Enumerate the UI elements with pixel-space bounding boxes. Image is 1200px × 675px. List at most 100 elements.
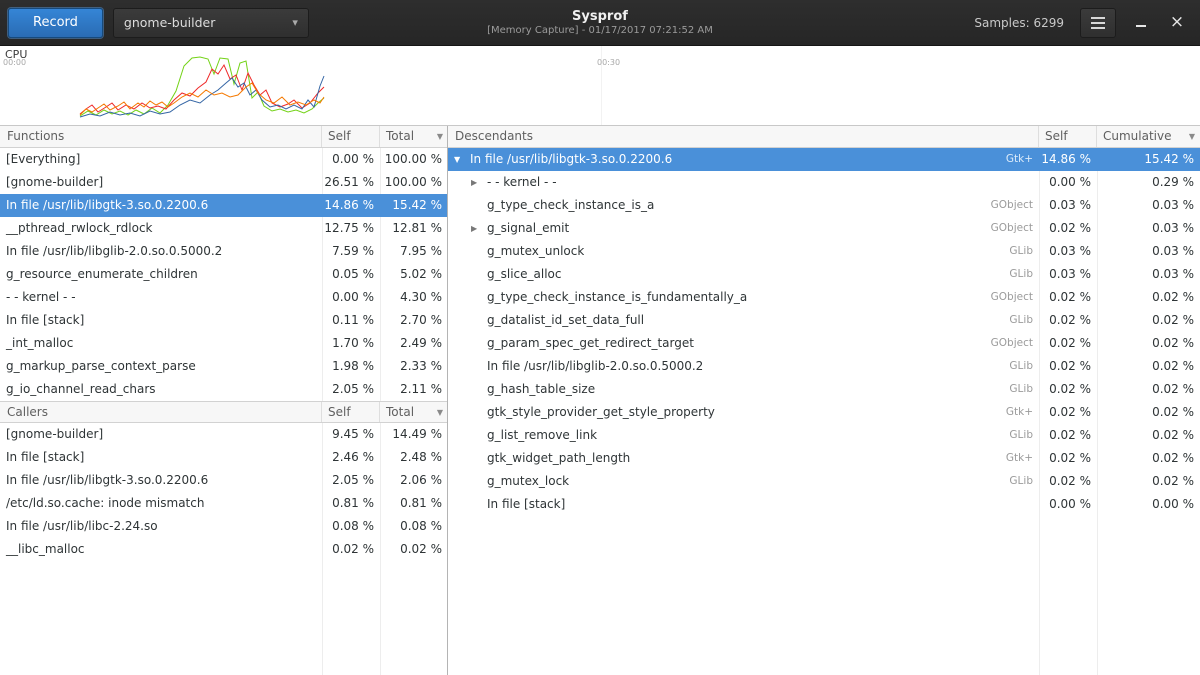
cumulative-percent: 0.02 % xyxy=(1097,355,1200,378)
table-row[interactable]: In file /usr/lib/libglib-2.0.so.0.5000.2… xyxy=(448,355,1200,378)
cumulative-percent: 0.03 % xyxy=(1097,194,1200,217)
table-row[interactable]: In file /usr/lib/libc-2.24.so0.08 %0.08 … xyxy=(0,515,447,538)
expander-open-icon[interactable]: ▼ xyxy=(454,148,470,171)
descendants-panel: Descendants Self Cumulative ▼ ▼In file /… xyxy=(448,126,1200,675)
column-header-self[interactable]: Self xyxy=(322,126,380,147)
table-row[interactable]: In file [stack]0.11 %2.70 % xyxy=(0,309,447,332)
self-percent: 0.08 % xyxy=(322,515,380,538)
callgraph-area: Functions Self Total ▼ [Everything]0.00 … xyxy=(0,125,1200,675)
table-row[interactable]: g_io_channel_read_chars2.05 %2.11 % xyxy=(0,378,447,401)
expander-closed-icon[interactable]: ▶ xyxy=(471,171,487,194)
table-row[interactable]: In file /usr/lib/libglib-2.0.so.0.5000.2… xyxy=(0,240,447,263)
table-row[interactable]: g_hash_table_sizeGLib0.02 %0.02 % xyxy=(448,378,1200,401)
table-row[interactable]: ▶- - kernel - -0.00 %0.29 % xyxy=(448,171,1200,194)
table-row[interactable]: g_type_check_instance_is_aGObject0.03 %0… xyxy=(448,194,1200,217)
table-row[interactable]: /etc/ld.so.cache: inode mismatch0.81 %0.… xyxy=(0,492,447,515)
table-row[interactable]: g_slice_allocGLib0.03 %0.03 % xyxy=(448,263,1200,286)
table-row[interactable]: [Everything]0.00 %100.00 % xyxy=(0,148,447,171)
menu-button[interactable] xyxy=(1080,8,1116,38)
self-percent: 26.51 % xyxy=(322,171,380,194)
cumulative-percent: 0.02 % xyxy=(1097,309,1200,332)
window-title: Sysprof xyxy=(572,9,628,24)
table-row[interactable]: g_list_remove_linkGLib0.02 %0.02 % xyxy=(448,424,1200,447)
table-row[interactable]: g_resource_enumerate_children0.05 %5.02 … xyxy=(0,263,447,286)
expander-closed-icon[interactable]: ▶ xyxy=(471,217,487,240)
record-button[interactable]: Record xyxy=(8,8,103,38)
descendant-name-cell: In file /usr/lib/libglib-2.0.so.0.5000.2… xyxy=(448,355,1039,378)
sort-indicator-icon: ▼ xyxy=(1189,126,1200,147)
function-name: [gnome-builder] xyxy=(0,171,322,194)
table-row[interactable]: _int_malloc1.70 %2.49 % xyxy=(0,332,447,355)
function-name: [gnome-builder] xyxy=(0,423,322,446)
cumulative-percent: 0.29 % xyxy=(1097,171,1200,194)
cumulative-percent: 0.02 % xyxy=(1097,378,1200,401)
table-row[interactable]: gtk_widget_path_lengthGtk+0.02 %0.02 % xyxy=(448,447,1200,470)
sort-indicator-icon: ▼ xyxy=(437,402,448,422)
table-row[interactable]: In file [stack]2.46 %2.48 % xyxy=(0,446,447,469)
self-percent: 14.86 % xyxy=(322,194,380,217)
table-row[interactable]: __libc_malloc0.02 %0.02 % xyxy=(0,538,447,561)
total-percent: 2.33 % xyxy=(380,355,448,378)
table-row[interactable]: g_param_spec_get_redirect_targetGObject0… xyxy=(448,332,1200,355)
table-row[interactable]: g_markup_parse_context_parse1.98 %2.33 % xyxy=(0,355,447,378)
self-percent: 0.02 % xyxy=(1039,217,1097,240)
column-header-callers[interactable]: Callers xyxy=(0,402,322,422)
minimize-button[interactable] xyxy=(1130,12,1152,34)
table-row[interactable]: [gnome-builder]9.45 %14.49 % xyxy=(0,423,447,446)
descendant-name-cell: g_slice_allocGLib xyxy=(448,263,1039,286)
category-label: GLib xyxy=(1009,470,1039,493)
table-row[interactable]: In file /usr/lib/libgtk-3.so.0.2200.62.0… xyxy=(0,469,447,492)
table-row[interactable]: g_datalist_id_set_data_fullGLib0.02 %0.0… xyxy=(448,309,1200,332)
descendant-name: g_param_spec_get_redirect_target xyxy=(487,332,694,355)
total-percent: 2.11 % xyxy=(380,378,448,401)
function-name: g_resource_enumerate_children xyxy=(0,263,322,286)
table-row[interactable]: g_type_check_instance_is_fundamentally_a… xyxy=(448,286,1200,309)
function-name: /etc/ld.so.cache: inode mismatch xyxy=(0,492,322,515)
function-name: In file /usr/lib/libgtk-3.so.0.2200.6 xyxy=(0,469,322,492)
sysprof-window: Record gnome-builder ▾ Sysprof [Memory C… xyxy=(0,0,1200,675)
descendant-name: In file [stack] xyxy=(487,493,565,516)
table-row[interactable]: In file /usr/lib/libgtk-3.so.0.2200.614.… xyxy=(0,194,447,217)
table-row[interactable]: ▶g_signal_emitGObject0.02 %0.03 % xyxy=(448,217,1200,240)
minimize-icon xyxy=(1136,25,1146,27)
column-header-self[interactable]: Self xyxy=(1039,126,1097,147)
column-header-descendants[interactable]: Descendants xyxy=(448,126,1039,147)
table-row[interactable]: [gnome-builder]26.51 %100.00 % xyxy=(0,171,447,194)
self-percent: 1.70 % xyxy=(322,332,380,355)
cpu-timeline[interactable]: CPU 00:00 00:30 xyxy=(0,46,1200,125)
total-percent: 0.81 % xyxy=(380,492,448,515)
table-row[interactable]: __pthread_rwlock_rdlock12.75 %12.81 % xyxy=(0,217,447,240)
table-row[interactable]: g_mutex_lockGLib0.02 %0.02 % xyxy=(448,470,1200,493)
process-selector-dropdown[interactable]: gnome-builder ▾ xyxy=(113,8,309,38)
table-row[interactable]: gtk_style_provider_get_style_propertyGtk… xyxy=(448,401,1200,424)
function-name: In file /usr/lib/libglib-2.0.so.0.5000.2 xyxy=(0,240,322,263)
category-label: GLib xyxy=(1009,263,1039,286)
category-label: GObject xyxy=(991,286,1039,309)
self-percent: 0.02 % xyxy=(1039,355,1097,378)
descendants-table-body: ▼In file /usr/lib/libgtk-3.so.0.2200.6Gt… xyxy=(448,148,1200,516)
self-percent: 0.03 % xyxy=(1039,194,1097,217)
column-header-total[interactable]: Total ▼ xyxy=(380,402,448,422)
function-name: In file /usr/lib/libc-2.24.so xyxy=(0,515,322,538)
function-name: In file /usr/lib/libgtk-3.so.0.2200.6 xyxy=(0,194,322,217)
self-percent: 0.11 % xyxy=(322,309,380,332)
category-label: GLib xyxy=(1009,424,1039,447)
table-row[interactable]: In file [stack]0.00 %0.00 % xyxy=(448,493,1200,516)
table-row[interactable]: ▼In file /usr/lib/libgtk-3.so.0.2200.6Gt… xyxy=(448,148,1200,171)
total-percent: 2.70 % xyxy=(380,309,448,332)
category-label: Gtk+ xyxy=(1006,148,1039,171)
header-right-group: Samples: 6299 × xyxy=(974,8,1200,38)
close-button[interactable]: × xyxy=(1166,12,1188,34)
column-header-self[interactable]: Self xyxy=(322,402,380,422)
table-row[interactable]: g_mutex_unlockGLib0.03 %0.03 % xyxy=(448,240,1200,263)
self-percent: 12.75 % xyxy=(322,217,380,240)
column-header-functions[interactable]: Functions xyxy=(0,126,322,147)
column-header-cumulative[interactable]: Cumulative ▼ xyxy=(1097,126,1200,147)
descendant-name-cell: g_type_check_instance_is_aGObject xyxy=(448,194,1039,217)
self-percent: 2.46 % xyxy=(322,446,380,469)
category-label: GLib xyxy=(1009,240,1039,263)
column-header-total[interactable]: Total ▼ xyxy=(380,126,448,147)
function-name: __pthread_rwlock_rdlock xyxy=(0,217,322,240)
table-row[interactable]: - - kernel - -0.00 %4.30 % xyxy=(0,286,447,309)
descendant-name: g_list_remove_link xyxy=(487,424,597,447)
